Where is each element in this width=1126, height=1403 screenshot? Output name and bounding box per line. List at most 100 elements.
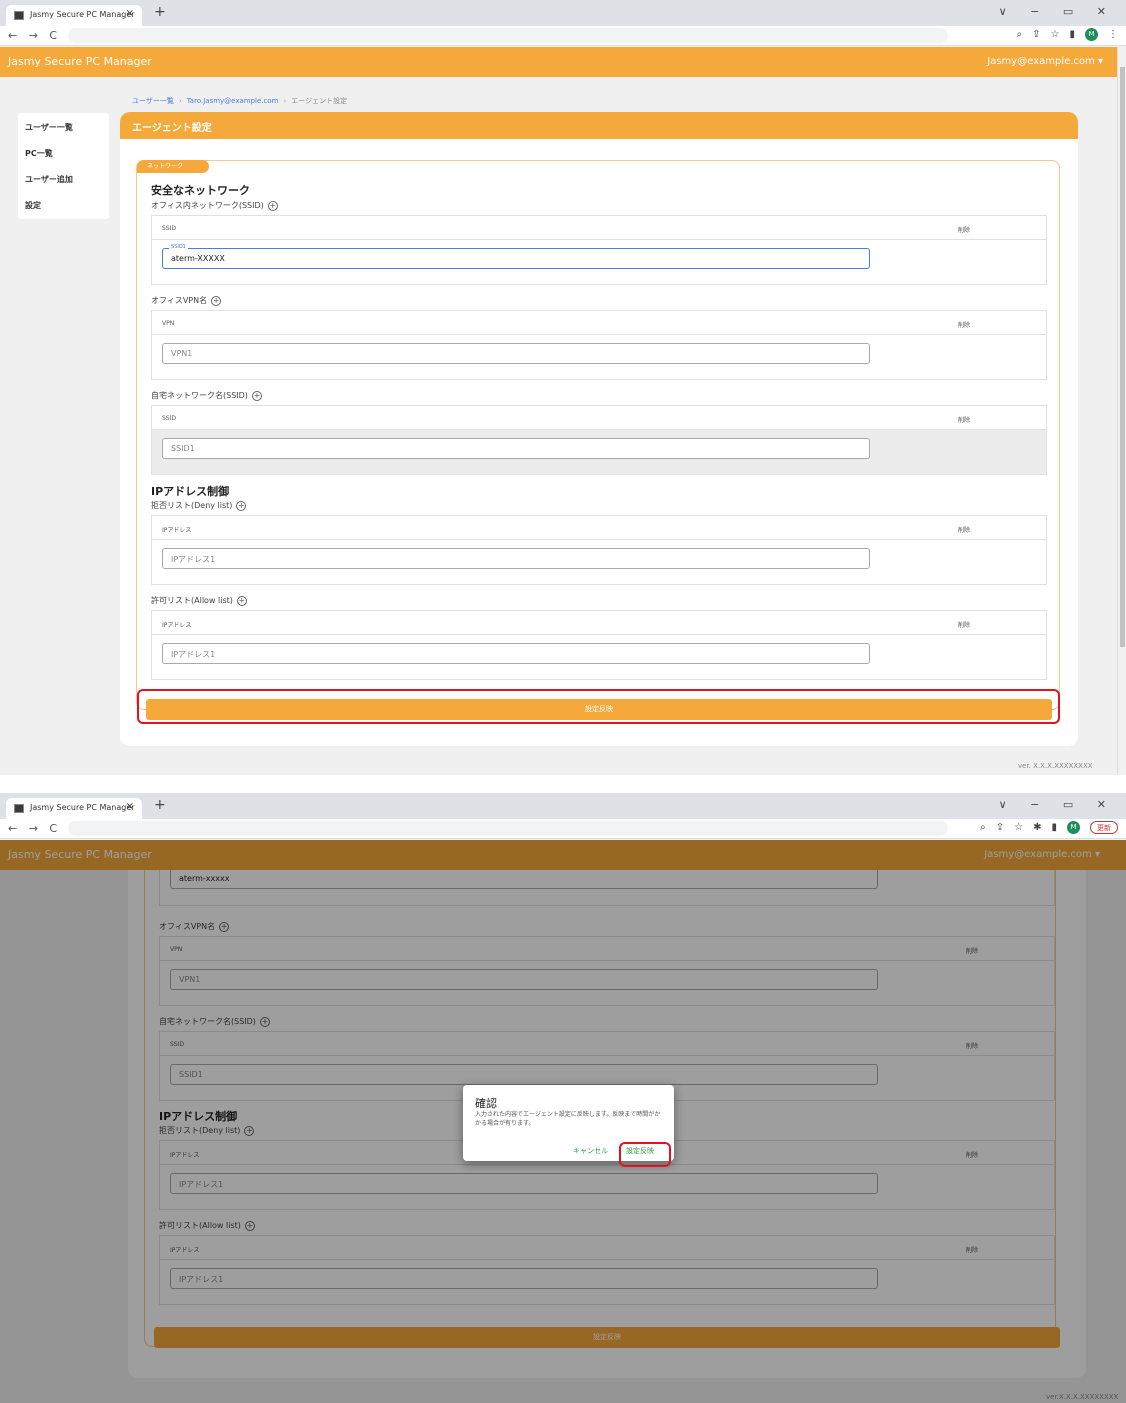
nav-buttons[interactable]: ← → C — [8, 822, 61, 835]
home-ssid-table: SSID 削除 SSID1 — [151, 405, 1047, 475]
share-icon[interactable]: ⇪ — [1032, 29, 1040, 40]
highlight-apply-button — [137, 689, 1060, 724]
sidepanel-icon[interactable]: ▮ — [1051, 822, 1057, 833]
breadcrumb-sep-icon: › — [283, 97, 287, 105]
ip-control-heading: IPアドレス制御 — [151, 485, 230, 498]
col-vpn: VPN — [162, 320, 175, 327]
browser-toolbar: ← → C ⌕ ⇪ ☆ ▮ M ⋮ — [0, 26, 1126, 46]
table-header: VPN 削除 — [152, 311, 1046, 335]
deny-list-label-text: 拒否リスト(Deny list) — [151, 501, 233, 510]
breadcrumb-users[interactable]: ユーザー一覧 — [132, 97, 174, 105]
favicon-icon — [14, 11, 24, 20]
app-brand[interactable]: Jasmy Secure PC Manager — [8, 55, 152, 68]
home-ssid-input[interactable]: SSID1 — [162, 438, 870, 459]
col-delete: 削除 — [958, 227, 971, 234]
col-delete: 削除 — [958, 322, 971, 329]
allow-list-label: 許可リスト(Allow list) + — [151, 595, 247, 606]
scrollbar-thumb[interactable] — [1120, 67, 1125, 647]
zoom-icon[interactable]: ⌕ — [1017, 29, 1023, 40]
add-deny-ip-icon[interactable]: + — [236, 500, 247, 511]
user-menu[interactable]: Jasmy@example.com ▾ — [987, 56, 1103, 67]
new-tab-icon[interactable]: + — [154, 4, 166, 20]
home-ssid-label-text: 自宅ネットワーク名(SSID) — [151, 391, 248, 400]
col-delete: 削除 — [958, 622, 971, 629]
dialog-title: 確認 — [475, 1097, 497, 1110]
share-icon[interactable]: ⇪ — [996, 822, 1004, 833]
office-vpn-label-text: オフィスVPN名 — [151, 296, 208, 305]
office-ssid-label-text: オフィス内ネットワーク(SSID) — [151, 201, 264, 210]
sidepanel-icon[interactable]: ▮ — [1069, 29, 1075, 40]
table-header: SSID 削除 — [152, 216, 1046, 240]
browser-tab-strip: Jasmy Secure PC Manager × + ∨ − ▭ ✕ — [0, 0, 1126, 26]
new-tab-icon[interactable]: + — [154, 797, 166, 813]
screenshot-confirm-dialog: Jasmy Secure PC Manager × + ∨ − ▭ ✕ ← → … — [0, 793, 1126, 1403]
window-controls[interactable]: ∨ − ▭ ✕ — [999, 798, 1116, 811]
version-label: ver. X.X.X.XXXXXXXX — [1018, 762, 1093, 770]
breadcrumb-user[interactable]: Taro.Jasmy@example.com — [187, 97, 279, 105]
browser-tab[interactable]: Jasmy Secure PC Manager × — [6, 798, 142, 819]
nav-buttons[interactable]: ← → C — [8, 29, 61, 42]
close-tab-icon[interactable]: × — [126, 801, 134, 812]
bookmark-star-icon[interactable]: ☆ — [1051, 29, 1060, 40]
browser-tab-strip: Jasmy Secure PC Manager × + ∨ − ▭ ✕ — [0, 793, 1126, 819]
browser-tab-title: Jasmy Secure PC Manager — [30, 803, 135, 812]
deny-list-label: 拒否リスト(Deny list) + — [151, 500, 247, 511]
sidebar-item-pcs[interactable]: PC一覧 — [18, 139, 109, 165]
col-ip: IPアドレス — [162, 622, 192, 629]
bookmark-star-icon[interactable]: ☆ — [1014, 822, 1023, 833]
vpn-input[interactable]: VPN1 — [162, 343, 870, 364]
col-ssid: SSID — [162, 225, 177, 232]
extension-icon[interactable]: ✱ — [1033, 822, 1041, 833]
office-ssid-value: aterm-XXXXX — [171, 254, 225, 263]
network-pill: ネットワーク — [137, 160, 210, 173]
breadcrumb: ユーザー一覧 › Taro.Jasmy@example.com › エージェント設定 — [132, 96, 347, 106]
col-ssid: SSID — [162, 415, 177, 422]
deny-ip-input[interactable]: IPアドレス1 — [162, 548, 870, 569]
add-allow-ip-icon[interactable]: + — [236, 595, 247, 606]
address-bar[interactable] — [68, 821, 948, 836]
profile-avatar[interactable]: M — [1067, 821, 1080, 834]
sidebar-item-users[interactable]: ユーザー一覧 — [18, 113, 109, 139]
table-row: SSID1 — [152, 430, 1046, 474]
browser-tab-title: Jasmy Secure PC Manager — [30, 10, 135, 19]
breadcrumb-sep-icon: › — [178, 97, 182, 105]
address-bar[interactable] — [68, 28, 948, 43]
table-row: IPアドレス1 — [152, 540, 1046, 584]
allow-list-table: IPアドレス 削除 IPアドレス1 — [151, 610, 1047, 680]
table-row: IPアドレス1 — [152, 635, 1046, 679]
home-ssid-label: 自宅ネットワーク名(SSID) + — [151, 390, 262, 401]
highlight-confirm-button — [619, 1142, 671, 1167]
profile-avatar[interactable]: M — [1085, 28, 1098, 41]
allow-ip-input[interactable]: IPアドレス1 — [162, 643, 870, 664]
col-delete: 削除 — [958, 417, 971, 424]
close-tab-icon[interactable]: × — [126, 8, 134, 19]
sidebar-item-settings[interactable]: 設定 — [18, 191, 109, 217]
sidebar-item-add-user[interactable]: ユーザー追加 — [18, 165, 109, 191]
safe-network-heading: 安全なネットワーク — [151, 184, 250, 197]
window-controls[interactable]: ∨ − ▭ ✕ — [999, 5, 1116, 18]
sidebar: ユーザー一覧 PC一覧 ユーザー追加 設定 — [18, 113, 109, 219]
office-ssid-table: SSID 削除 SSID1 aterm-XXXXX — [151, 215, 1047, 285]
add-vpn-icon[interactable]: + — [211, 295, 222, 306]
deny-list-table: IPアドレス 削除 IPアドレス1 — [151, 515, 1047, 585]
add-home-ssid-icon[interactable]: + — [251, 390, 262, 401]
zoom-icon[interactable]: ⌕ — [980, 822, 986, 833]
page-title: エージェント設定 — [120, 112, 1078, 139]
page-scrollbar[interactable] — [1117, 47, 1126, 775]
office-ssid-input[interactable]: SSID1 aterm-XXXXX — [162, 244, 870, 269]
col-ip: IPアドレス — [162, 527, 192, 534]
menu-kebab-icon[interactable]: ⋮ — [1108, 29, 1118, 40]
table-header: IPアドレス 削除 — [152, 611, 1046, 635]
update-button[interactable]: 更新 — [1090, 821, 1118, 834]
dialog-cancel-button[interactable]: キャンセル — [573, 1146, 608, 1156]
table-row: VPN1 — [152, 335, 1046, 379]
app-header: Jasmy Secure PC Manager Jasmy@example.co… — [0, 47, 1117, 77]
browser-tools: ⌕ ⇪ ☆ ▮ M ⋮ — [1017, 28, 1118, 41]
network-section: ネットワーク 安全なネットワーク オフィス内ネットワーク(SSID) + SSID… — [136, 160, 1060, 710]
table-row: SSID1 aterm-XXXXX — [152, 240, 1046, 284]
table-header: IPアドレス 削除 — [152, 516, 1046, 540]
allow-list-label-text: 許可リスト(Allow list) — [151, 596, 233, 605]
screenshot-agent-settings: Jasmy Secure PC Manager × + ∨ − ▭ ✕ ← → … — [0, 0, 1126, 775]
add-office-ssid-icon[interactable]: + — [267, 200, 278, 211]
browser-tab[interactable]: Jasmy Secure PC Manager × — [6, 5, 142, 26]
